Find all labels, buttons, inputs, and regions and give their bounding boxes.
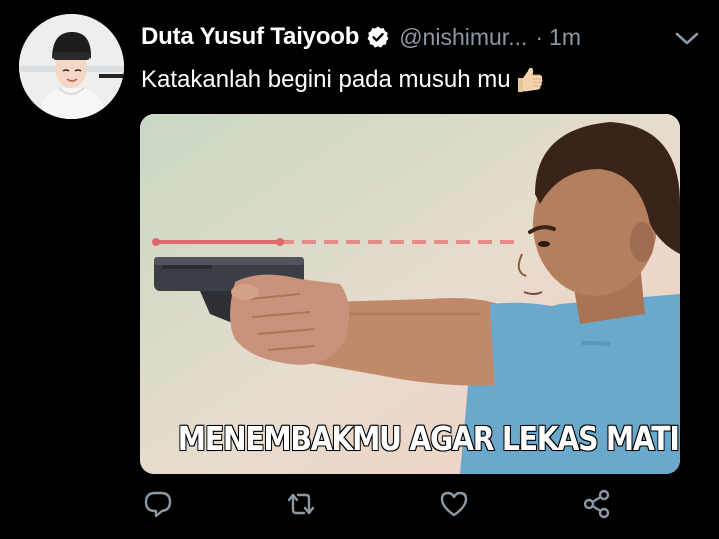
display-name[interactable]: Duta Yusuf Taiyoob [141, 23, 359, 51]
retweet-icon [284, 488, 318, 525]
timestamp[interactable]: 1m [549, 24, 581, 51]
like-button[interactable] [436, 488, 472, 524]
tweet-image[interactable]: MENEMBAKMU AGAR LEKAS MATI [140, 114, 680, 474]
verified-badge-icon [366, 25, 390, 49]
tweet-actions [140, 488, 620, 524]
tweet-header: Duta Yusuf Taiyoob @nishimur... · 1m [141, 20, 701, 54]
image-caption: MENEMBAKMU AGAR LEKAS MATI [177, 418, 680, 459]
tweet[interactable]: Duta Yusuf Taiyoob @nishimur... · 1m Kat… [0, 0, 719, 539]
separator-dot: · [535, 23, 544, 50]
user-handle[interactable]: @nishimur... [399, 24, 527, 51]
retweet-button[interactable] [283, 488, 319, 524]
reply-button[interactable] [140, 488, 176, 524]
thumbs-up-icon [513, 64, 545, 96]
tweet-body: Katakanlah begini pada musuh mu [141, 66, 511, 93]
reply-icon [142, 488, 174, 525]
tweet-text: Katakanlah begini pada musuh mu [141, 64, 545, 96]
share-button[interactable] [579, 488, 615, 524]
heart-icon [438, 488, 470, 525]
share-icon [581, 488, 613, 525]
chevron-down-icon[interactable] [673, 26, 701, 50]
avatar[interactable] [19, 14, 124, 119]
